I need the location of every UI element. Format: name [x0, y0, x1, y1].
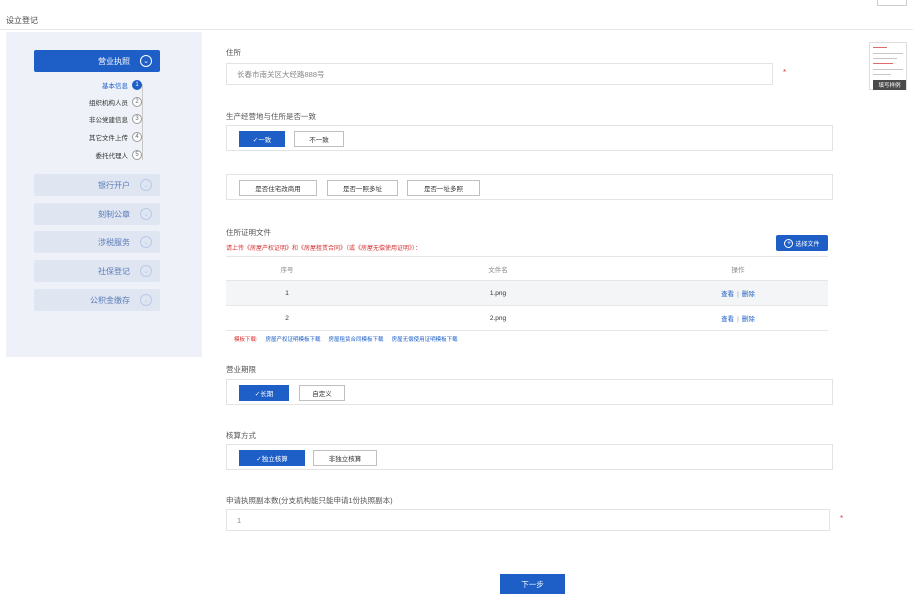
sample-caption[interactable]: 填写样例 — [873, 80, 906, 90]
option-term-long[interactable]: ✓长期 — [239, 385, 289, 401]
template-link-free-use[interactable]: 房屋无偿使用证明模板下载 — [392, 335, 458, 343]
option-independent[interactable]: ✓独立核算 — [239, 450, 305, 466]
top-right-button[interactable] — [877, 0, 907, 6]
option-one-address-multi-license[interactable]: 是否一址多照 — [407, 180, 480, 196]
step-label: 委托代理人 — [95, 153, 129, 160]
cell-no: 1 — [226, 280, 348, 306]
sidebar-item-tax[interactable]: 涉税服务 ⌄ — [34, 231, 160, 253]
cell-filename: 1.png — [348, 280, 648, 306]
step-label: 非公党建信息 — [89, 117, 128, 124]
same-place-options: ✓一致 不一致 — [226, 125, 833, 151]
option-term-custom[interactable]: 自定义 — [299, 385, 345, 401]
sidebar-item-label: 公积金缴存 — [90, 295, 130, 305]
proof-hint: 请上传《房屋产权证明》和《房屋租赁合同》（或《房屋无偿使用证明》）： — [226, 246, 422, 252]
cell-ops: 查看 | 删除 — [648, 305, 828, 331]
option-same-yes[interactable]: ✓一致 — [239, 131, 285, 147]
col-header-no: 序号 — [226, 256, 348, 281]
sidebar-item-label: 银行开户 — [98, 180, 130, 190]
option-same-no[interactable]: 不一致 — [294, 131, 344, 147]
sidebar-item-bank-account[interactable]: 银行开户 ⌄ — [34, 174, 160, 196]
proof-label: 住所证明文件 — [226, 228, 271, 237]
option-residential-commercial[interactable]: 是否住宅改商用 — [239, 180, 317, 196]
table-row: 1 1.png 查看 | 删除 — [226, 280, 828, 306]
cell-no: 2 — [226, 305, 348, 331]
required-mark: * — [840, 514, 844, 523]
top-bar: 设立登记 — [0, 0, 913, 30]
view-link[interactable]: 查看 — [721, 316, 734, 323]
step-org-staff[interactable]: 组织机构人员 2 — [89, 97, 142, 107]
step-number: 2 — [132, 97, 142, 107]
step-party-info[interactable]: 非公党建信息 3 — [89, 114, 142, 124]
option-non-independent[interactable]: 非独立核算 — [313, 450, 377, 466]
property-options: 是否住宅改商用 是否一照多址 是否一址多照 — [226, 174, 833, 200]
template-link-lease[interactable]: 房屋租赁合同模板下载 — [329, 335, 384, 343]
template-label: 模板下载: — [234, 337, 258, 343]
step-label: 基本信息 — [102, 83, 128, 90]
step-number: 5 — [132, 150, 142, 160]
step-label: 其它文件上传 — [89, 135, 128, 142]
cell-ops: 查看 | 删除 — [648, 280, 828, 306]
step-basic-info[interactable]: 基本信息 1 — [102, 80, 142, 90]
sidebar-item-label: 刻制公章 — [98, 209, 130, 219]
cell-filename: 2.png — [348, 305, 648, 331]
required-mark: * — [783, 68, 787, 77]
chevron-down-icon: ⌄ — [140, 179, 152, 191]
sidebar-item-label: 涉税服务 — [98, 237, 130, 247]
table-row: 2 2.png 查看 | 删除 — [226, 305, 828, 331]
chevron-down-icon: ⌄ — [140, 265, 152, 277]
col-header-filename: 文件名 — [348, 256, 648, 281]
term-label: 营业期限 — [226, 365, 256, 374]
next-step-button[interactable]: 下一步 — [500, 574, 565, 594]
step-number: 1 — [132, 80, 142, 90]
template-downloads: 模板下载: 房屋产权证明模板下载 房屋租赁合同模板下载 房屋无偿使用证明模板下载 — [234, 335, 458, 343]
table-header-row: 序号 文件名 操作 — [226, 256, 828, 281]
sidebar-item-seal[interactable]: 刻制公章 ⌄ — [34, 203, 160, 225]
col-header-ops: 操作 — [648, 256, 828, 281]
file-table: 序号 文件名 操作 1 1.png 查看 | 删除 2 2.png 查看 | 删除 — [226, 256, 828, 331]
step-other-files[interactable]: 其它文件上传 4 — [89, 132, 142, 142]
sidebar-item-label: 社保登记 — [98, 266, 130, 276]
chevron-down-icon: ⌄ — [140, 55, 152, 67]
step-number: 4 — [132, 132, 142, 142]
separator: | — [737, 316, 739, 323]
step-label: 组织机构人员 — [89, 100, 128, 107]
address-label: 住所 — [226, 48, 241, 57]
delete-link[interactable]: 删除 — [742, 316, 755, 323]
option-one-license-multi-address[interactable]: 是否一照多址 — [327, 180, 398, 196]
sidebar: 营业执照 ⌄ 基本信息 1 组织机构人员 2 非公党建信息 3 其它文件上传 4… — [6, 32, 202, 357]
page-title: 设立登记 — [6, 16, 38, 25]
sidebar-item-housing-fund[interactable]: 公积金缴存 ⌄ — [34, 289, 160, 311]
term-options: ✓长期 自定义 — [226, 379, 833, 405]
copies-input[interactable]: 1 — [226, 509, 830, 531]
step-number: 3 — [132, 114, 142, 124]
select-file-button[interactable]: + 选择文件 — [776, 235, 828, 251]
chevron-down-icon: ⌄ — [140, 236, 152, 248]
step-connector — [142, 84, 143, 160]
same-place-label: 生产经营地与住所是否一致 — [226, 112, 316, 121]
select-file-label: 选择文件 — [795, 241, 820, 248]
chevron-down-icon: ⌄ — [140, 294, 152, 306]
address-input[interactable]: 长春市南关区大经路888号 — [226, 63, 773, 85]
chevron-down-icon: ⌄ — [140, 208, 152, 220]
sidebar-item-social-security[interactable]: 社保登记 ⌄ — [34, 260, 160, 282]
accounting-label: 核算方式 — [226, 431, 256, 440]
view-link[interactable]: 查看 — [721, 291, 734, 298]
step-agent[interactable]: 委托代理人 5 — [95, 150, 142, 160]
separator: | — [737, 291, 739, 298]
plus-circle-icon: + — [784, 238, 794, 248]
sidebar-item-label: 营业执照 — [98, 56, 130, 66]
delete-link[interactable]: 删除 — [742, 291, 755, 298]
accounting-options: ✓独立核算 非独立核算 — [226, 444, 833, 470]
copies-label: 申请执照副本数(分支机构能只能申请1份执照副本) — [226, 496, 393, 505]
template-link-ownership[interactable]: 房屋产权证明模板下载 — [266, 335, 321, 343]
sidebar-item-business-license[interactable]: 营业执照 ⌄ — [34, 50, 160, 72]
